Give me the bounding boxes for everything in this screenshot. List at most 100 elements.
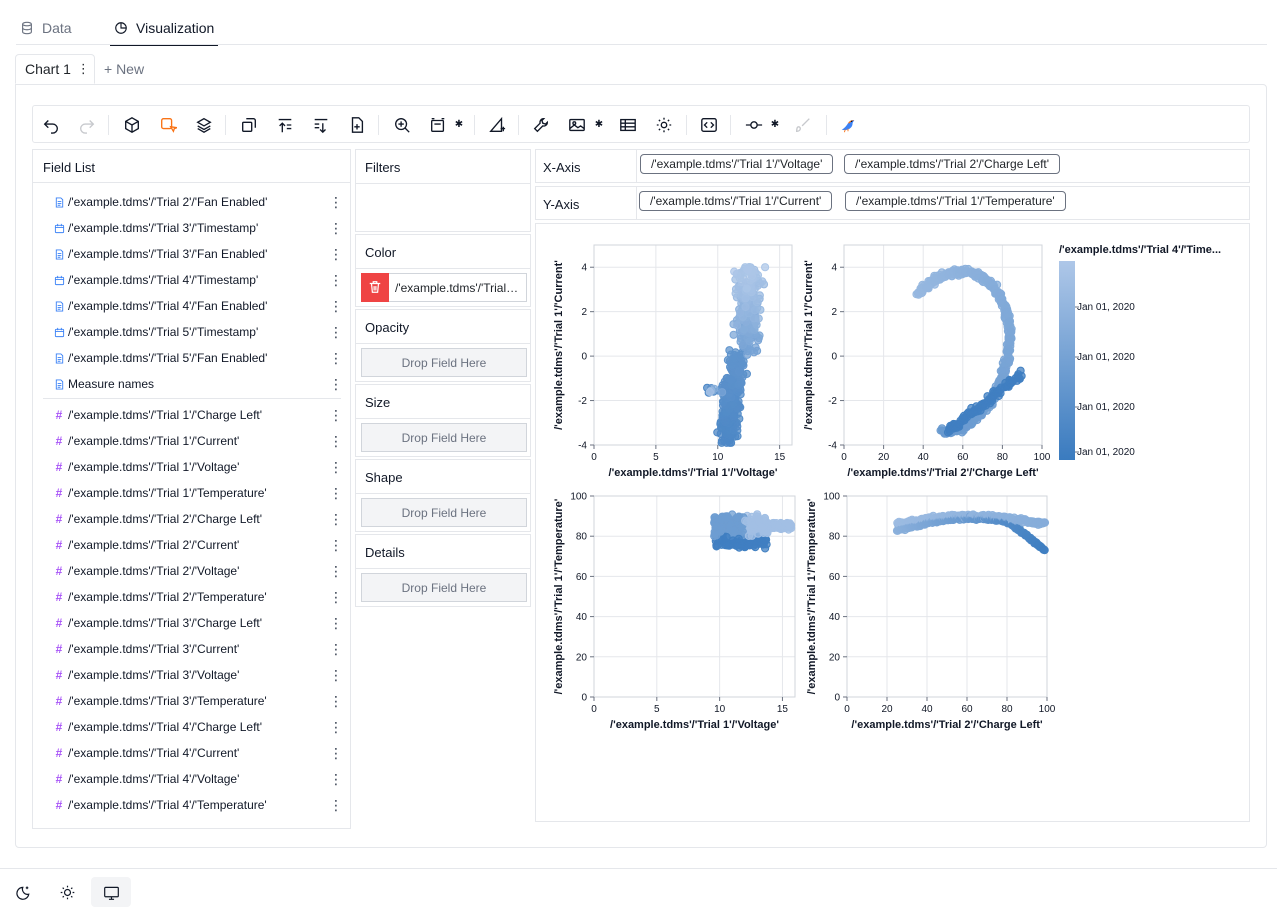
field-menu-icon[interactable]: ⋮ xyxy=(329,538,343,552)
table-view-button[interactable] xyxy=(617,114,639,136)
field-menu-icon[interactable]: ⋮ xyxy=(329,486,343,500)
dimension-field-item[interactable]: /'example.tdms'/'Trial 2'/'Fan Enabled' ⋮ xyxy=(53,189,343,215)
field-menu-icon[interactable]: ⋮ xyxy=(329,195,343,209)
field-menu-icon[interactable]: ⋮ xyxy=(329,460,343,474)
export-settings-icon[interactable]: ✱ xyxy=(594,120,604,130)
x-axis-field-pill[interactable]: /'example.tdms'/'Trial 2'/'Charge Left' xyxy=(844,154,1061,174)
dark-mode-button[interactable] xyxy=(4,877,44,907)
field-menu-icon[interactable]: ⋮ xyxy=(329,798,343,812)
field-menu-icon[interactable]: ⋮ xyxy=(329,408,343,422)
dimension-field-item[interactable]: /'example.tdms'/'Trial 5'/'Timestamp' ⋮ xyxy=(53,319,343,345)
field-menu-icon[interactable]: ⋮ xyxy=(329,746,343,760)
legend-title: /'example.tdms'/'Trial 4'/'Time... xyxy=(1059,244,1221,256)
stack-button[interactable] xyxy=(193,114,215,136)
y-axis-field-pill[interactable]: /'example.tdms'/'Trial 1'/'Current' xyxy=(639,191,833,211)
measure-field-item[interactable]: # /'example.tdms'/'Trial 1'/'Charge Left'… xyxy=(53,402,343,428)
add-field-button[interactable] xyxy=(346,114,368,136)
field-menu-icon[interactable]: ⋮ xyxy=(329,247,343,261)
mark-type-button[interactable] xyxy=(121,114,143,136)
redo-button[interactable] xyxy=(76,114,98,136)
field-menu-icon[interactable]: ⋮ xyxy=(329,434,343,448)
field-menu-icon[interactable]: ⋮ xyxy=(329,642,343,656)
chart-tab-1[interactable]: Chart 1 ⋮ xyxy=(15,54,95,84)
field-menu-icon[interactable]: ⋮ xyxy=(329,377,343,391)
measure-field-item[interactable]: # /'example.tdms'/'Trial 3'/'Charge Left'… xyxy=(53,610,343,636)
dimension-field-item[interactable]: /'example.tdms'/'Trial 5'/'Fan Enabled' ⋮ xyxy=(53,345,343,371)
measure-field-item[interactable]: # /'example.tdms'/'Trial 2'/'Voltage' ⋮ xyxy=(53,558,343,584)
sort-descending-button[interactable] xyxy=(310,114,332,136)
measure-field-item[interactable]: # /'example.tdms'/'Trial 3'/'Temperature'… xyxy=(53,688,343,714)
data-point xyxy=(727,375,736,384)
tools-button[interactable] xyxy=(530,114,552,136)
dimension-field-item[interactable]: /'example.tdms'/'Trial 4'/'Timestamp' ⋮ xyxy=(53,267,343,293)
field-menu-icon[interactable]: ⋮ xyxy=(329,772,343,786)
scatter-chart[interactable]: 0 5 10 15 -4 -2 0 2 4 /'example.tdms'/'Trial 1'/'… xyxy=(536,224,1249,821)
field-menu-icon[interactable]: ⋮ xyxy=(329,325,343,339)
details-drop-zone[interactable]: Drop Field Here xyxy=(361,573,527,602)
dimension-field-item[interactable]: /'example.tdms'/'Trial 4'/'Fan Enabled' ⋮ xyxy=(53,293,343,319)
size-settings-icon[interactable]: ✱ xyxy=(454,120,464,130)
field-menu-icon[interactable]: ⋮ xyxy=(329,564,343,578)
field-menu-icon[interactable]: ⋮ xyxy=(329,668,343,682)
field-label: /'example.tdms'/'Trial 3'/'Temperature' xyxy=(68,694,267,708)
dimension-field-item[interactable]: /'example.tdms'/'Trial 3'/'Timestamp' ⋮ xyxy=(53,215,343,241)
y-axis-field-pill[interactable]: /'example.tdms'/'Trial 1'/'Temperature' xyxy=(845,191,1066,211)
y-tick-label: 20 xyxy=(576,652,588,663)
brush-button[interactable] xyxy=(792,114,814,136)
field-menu-icon[interactable]: ⋮ xyxy=(329,512,343,526)
light-mode-button[interactable] xyxy=(47,877,87,907)
data-point xyxy=(742,517,752,526)
kingfisher-logo-button[interactable] xyxy=(837,114,859,136)
code-export-button[interactable] xyxy=(698,114,720,136)
moon-icon xyxy=(15,886,29,900)
measure-field-item[interactable]: # /'example.tdms'/'Trial 4'/'Current' ⋮ xyxy=(53,740,343,766)
field-menu-icon[interactable]: ⋮ xyxy=(329,720,343,734)
transpose-button[interactable] xyxy=(238,114,260,136)
delete-color-button[interactable] xyxy=(361,272,389,302)
tab-visualization[interactable]: Visualization xyxy=(109,12,219,46)
filters-box[interactable]: Filters xyxy=(355,149,531,232)
dimension-field-item[interactable]: Measure names ⋮ xyxy=(53,371,343,397)
sort-ascending-button[interactable] xyxy=(274,114,296,136)
measure-field-item[interactable]: # /'example.tdms'/'Trial 1'/'Current' ⋮ xyxy=(53,428,343,454)
undo-button[interactable] xyxy=(40,114,62,136)
aggregation-button[interactable] xyxy=(157,114,179,136)
measure-field-item[interactable]: # /'example.tdms'/'Trial 3'/'Current' ⋮ xyxy=(53,636,343,662)
commit-button[interactable] xyxy=(743,114,765,136)
system-mode-button[interactable] xyxy=(91,877,131,907)
measure-field-item[interactable]: # /'example.tdms'/'Trial 3'/'Voltage' ⋮ xyxy=(53,662,343,688)
shape-drop-zone[interactable]: Drop Field Here xyxy=(361,498,527,527)
zoom-button[interactable] xyxy=(391,114,413,136)
field-menu-icon[interactable]: ⋮ xyxy=(329,221,343,235)
measure-field-item[interactable]: # /'example.tdms'/'Trial 4'/'Temperature'… xyxy=(53,792,343,818)
field-menu-icon[interactable]: ⋮ xyxy=(329,299,343,313)
field-menu-icon[interactable]: ⋮ xyxy=(329,694,343,708)
more-vertical-icon[interactable]: ⋮ xyxy=(77,62,90,75)
field-menu-icon[interactable]: ⋮ xyxy=(329,616,343,630)
x-axis-field-pill[interactable]: /'example.tdms'/'Trial 1'/'Voltage' xyxy=(640,154,834,174)
tab-divider xyxy=(16,44,1267,45)
color-field-pill[interactable]: /'example.tdms'/'Trial 4'/'Timestamp' xyxy=(361,272,527,302)
measure-field-item[interactable]: # /'example.tdms'/'Trial 2'/'Current' ⋮ xyxy=(53,532,343,558)
dimension-field-item[interactable]: /'example.tdms'/'Trial 3'/'Fan Enabled' ⋮ xyxy=(53,241,343,267)
size-mode-button[interactable] xyxy=(427,114,449,136)
new-chart-button[interactable]: + New xyxy=(104,54,144,84)
zoom-in-icon xyxy=(395,118,410,133)
tab-data-label: Data xyxy=(42,20,72,36)
opacity-drop-zone[interactable]: Drop Field Here xyxy=(361,348,527,377)
measure-field-item[interactable]: # /'example.tdms'/'Trial 4'/'Voltage' ⋮ xyxy=(53,766,343,792)
field-menu-icon[interactable]: ⋮ xyxy=(329,590,343,604)
measure-field-item[interactable]: # /'example.tdms'/'Trial 2'/'Temperature'… xyxy=(53,584,343,610)
measure-field-item[interactable]: # /'example.tdms'/'Trial 4'/'Charge Left'… xyxy=(53,714,343,740)
measure-field-item[interactable]: # /'example.tdms'/'Trial 1'/'Voltage' ⋮ xyxy=(53,454,343,480)
field-menu-icon[interactable]: ⋮ xyxy=(329,273,343,287)
export-image-button[interactable] xyxy=(566,114,588,136)
measure-field-item[interactable]: # /'example.tdms'/'Trial 2'/'Charge Left'… xyxy=(53,506,343,532)
field-menu-icon[interactable]: ⋮ xyxy=(329,351,343,365)
axis-scale-button[interactable] xyxy=(486,114,508,136)
commit-settings-icon[interactable]: ✱ xyxy=(770,120,780,130)
size-drop-zone[interactable]: Drop Field Here xyxy=(361,423,527,452)
measure-field-item[interactable]: # /'example.tdms'/'Trial 1'/'Temperature'… xyxy=(53,480,343,506)
tab-data[interactable]: Data xyxy=(20,12,72,44)
settings-button[interactable] xyxy=(653,114,675,136)
